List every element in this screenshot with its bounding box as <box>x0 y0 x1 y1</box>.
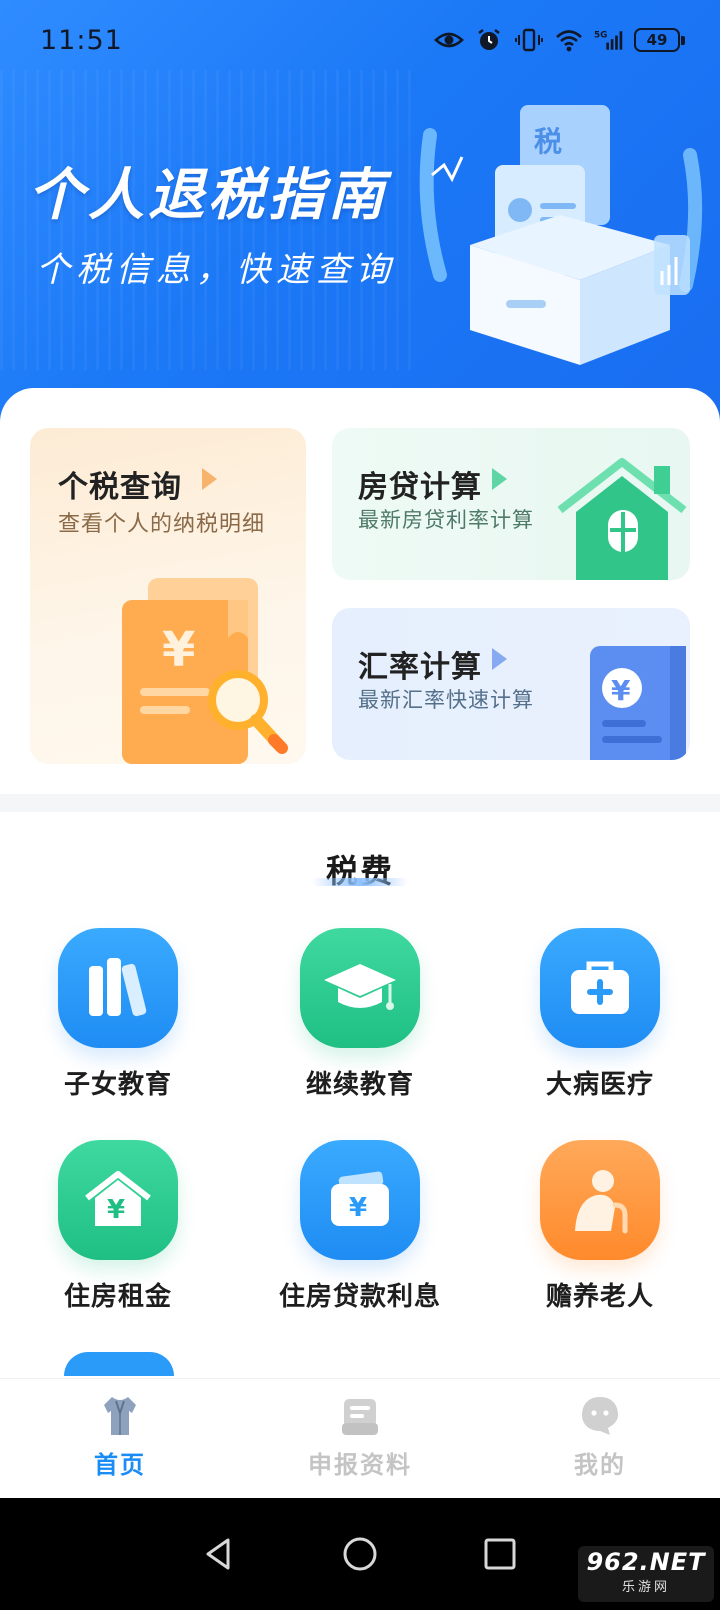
tab-label: 我的 <box>574 1451 626 1479</box>
category-continuing-education[interactable]: 继续教育 <box>250 928 470 1118</box>
category-label: 赡养老人 <box>545 1282 654 1312</box>
tax-query-card[interactable]: 个税查询 查看个人的纳税明细 ¥ <box>30 428 306 764</box>
exchange-title: 汇率计算 <box>358 650 482 685</box>
mortgage-calculator-card[interactable]: 房贷计算 最新房贷利率计算 <box>332 428 690 580</box>
tab-home[interactable]: 首页 <box>0 1379 240 1499</box>
house-illustration <box>557 458 687 580</box>
category-mortgage-interest[interactable]: ¥ 住房贷款利息 <box>250 1140 470 1330</box>
tax-character: 税 <box>534 125 562 158</box>
mortgage-title: 房贷计算 <box>358 470 482 505</box>
tax-documents-box-illustration: 税 <box>419 105 703 365</box>
category-label: 住房贷款利息 <box>278 1282 441 1312</box>
status-icons: 5G 49 <box>434 27 685 53</box>
wallet-yuan-icon: ¥ <box>300 1140 420 1260</box>
category-label: 大病医疗 <box>545 1070 654 1100</box>
site-watermark-logo: 962.NET 乐游网 <box>578 1546 714 1602</box>
category-label: 继续教育 <box>305 1070 414 1100</box>
tab-mine[interactable]: 我的 <box>480 1379 720 1499</box>
graduation-cap-icon <box>300 928 420 1048</box>
section-divider <box>0 794 720 812</box>
status-time: 11:51 <box>40 24 123 56</box>
svg-text:¥: ¥ <box>349 1193 367 1223</box>
house-yuan-icon: ¥ <box>58 1140 178 1260</box>
tax-document-magnifier-illustration: ¥ <box>122 578 288 764</box>
tab-declaration-materials[interactable]: 申报资料 <box>240 1379 480 1499</box>
wifi-icon <box>556 30 582 52</box>
svg-text:5G: 5G <box>594 30 607 40</box>
mortgage-subtitle: 最新房贷利率计算 <box>358 508 534 532</box>
system-navigation-bar: 962.NET 乐游网 <box>0 1498 720 1610</box>
category-label: 住房租金 <box>63 1282 172 1312</box>
watermark-bottom: 乐游网 <box>621 1580 670 1595</box>
shirt-icon <box>104 1397 136 1435</box>
back-triangle-icon[interactable] <box>200 1534 240 1574</box>
eye-icon <box>434 32 464 48</box>
yuan-symbol: ¥ <box>611 674 631 707</box>
signal-5g-icon: 5G <box>594 30 623 50</box>
section-title-underline <box>312 878 408 886</box>
category-serious-illness[interactable]: 大病医疗 <box>490 928 710 1118</box>
alarm-icon <box>478 29 500 50</box>
category-elderly-support[interactable]: 赡养老人 <box>490 1140 710 1330</box>
vibrate-icon <box>515 28 543 52</box>
banner-subtitle: 个税信息，快速查询 <box>36 250 396 290</box>
document-icon <box>342 1399 378 1435</box>
tax-query-subtitle: 查看个人的纳税明细 <box>58 512 266 537</box>
yuan-symbol: ¥ <box>162 622 195 678</box>
tab-label: 首页 <box>94 1451 146 1479</box>
exchange-book-illustration: ¥ <box>590 646 686 760</box>
tax-query-title: 个税查询 <box>58 470 182 505</box>
bottom-tab-bar: 首页 申报资料 我的 <box>0 1378 720 1498</box>
books-icon <box>58 928 178 1048</box>
chat-bubble-icon <box>582 1397 618 1435</box>
tab-label: 申报资料 <box>308 1451 412 1479</box>
play-arrow-icon <box>202 468 217 490</box>
category-housing-rent[interactable]: ¥ 住房租金 <box>8 1140 228 1330</box>
category-label: 子女教育 <box>63 1070 172 1100</box>
banner-title: 个人退税指南 <box>28 163 388 228</box>
header-banner: 11:51 5G 49 个人退税指南 个税信息，快速查询 税 <box>0 0 720 430</box>
partially-visible-category-icon[interactable] <box>64 1352 174 1376</box>
battery-indicator: 49 <box>634 28 685 52</box>
status-bar: 11:51 5G 49 <box>0 0 720 80</box>
home-circle-icon[interactable] <box>340 1534 380 1574</box>
recents-square-icon[interactable] <box>480 1534 520 1574</box>
watermark-top: 962.NET <box>586 1548 706 1576</box>
medical-kit-icon <box>540 928 660 1048</box>
play-arrow-icon <box>492 648 507 670</box>
play-arrow-icon <box>492 468 507 490</box>
main-content: 个税查询 查看个人的纳税明细 ¥ 房贷计算 最新房贷利率计算 汇率计算 最新汇率… <box>0 388 720 1498</box>
svg-text:¥: ¥ <box>107 1195 125 1225</box>
exchange-subtitle: 最新汇率快速计算 <box>358 688 534 712</box>
category-child-education[interactable]: 子女教育 <box>8 928 228 1118</box>
elderly-person-icon <box>540 1140 660 1260</box>
exchange-rate-card[interactable]: 汇率计算 最新汇率快速计算 ¥ <box>332 608 690 760</box>
